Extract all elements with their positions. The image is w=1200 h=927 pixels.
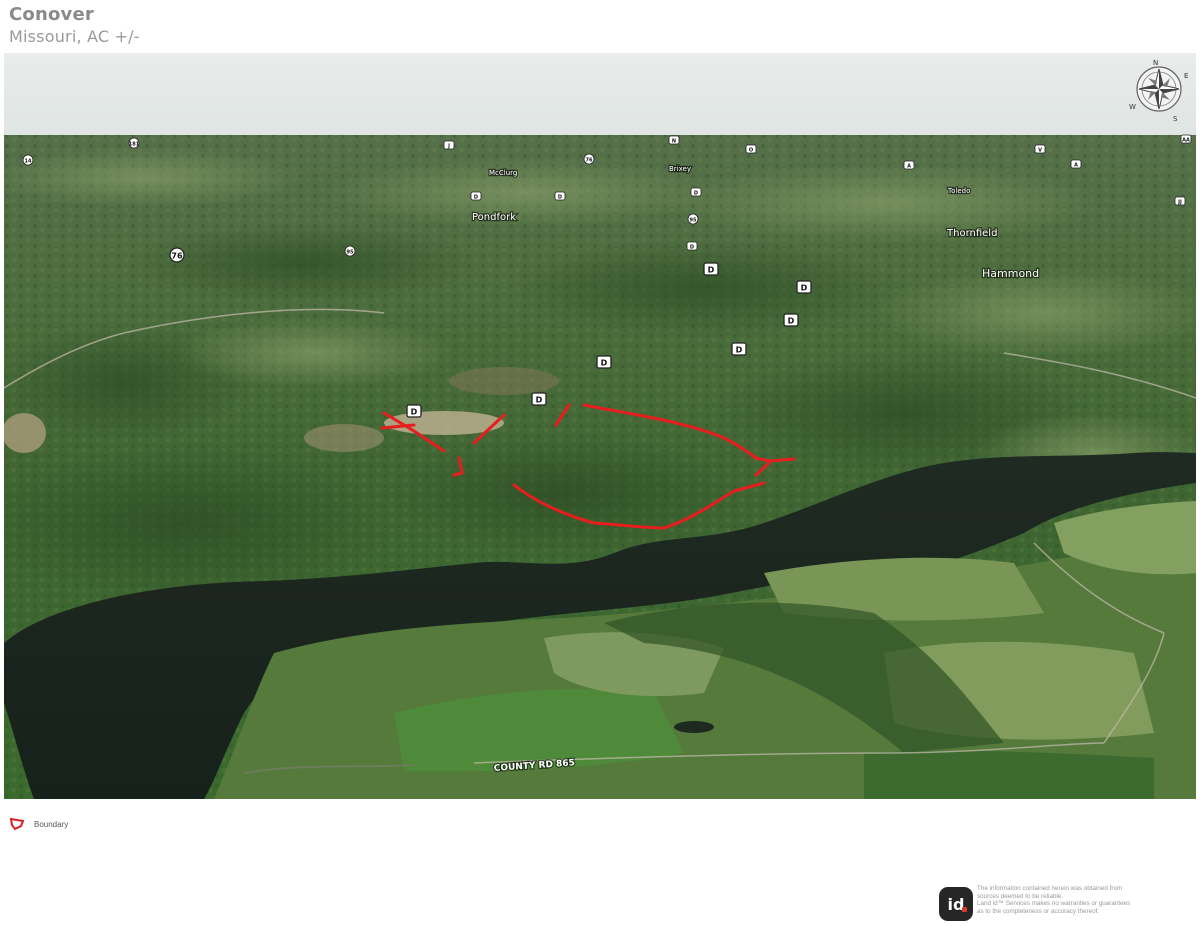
map-view[interactable]: N E S W Pondfork Thornfield Hammond Tole… xyxy=(4,53,1196,799)
route-marker: A xyxy=(903,160,915,170)
route-marker-label: D xyxy=(601,359,608,368)
route-marker-label: 76 xyxy=(586,158,593,164)
route-marker: D xyxy=(531,392,547,406)
route-marker: JJ xyxy=(1174,196,1186,206)
route-marker-label: D xyxy=(536,396,543,405)
route-marker-label: 14 xyxy=(25,159,32,165)
place-label: Brixey xyxy=(669,165,691,173)
route-marker: D xyxy=(596,355,612,369)
route-marker: D xyxy=(470,191,482,201)
route-marker-label: O xyxy=(749,148,753,154)
map-page: Conover Missouri, AC +/- N E S W Pondfor… xyxy=(0,0,1200,927)
route-marker-label: AA xyxy=(1182,138,1190,144)
compass-e: E xyxy=(1184,72,1188,80)
route-marker-label: 76 xyxy=(171,252,183,261)
route-marker-label: D xyxy=(690,245,694,251)
place-label: Thornfield xyxy=(946,228,997,239)
route-marker-label: V xyxy=(1038,148,1042,154)
route-marker: 95 xyxy=(687,213,699,225)
route-marker: 14 xyxy=(22,154,34,166)
route-marker: D xyxy=(703,262,719,276)
route-marker: D xyxy=(731,342,747,356)
footer: id The information contained herein was … xyxy=(939,885,1189,925)
route-marker-label: D xyxy=(411,408,418,417)
compass-w: W xyxy=(1129,103,1136,111)
route-marker: J xyxy=(443,140,455,150)
place-label: Pondfork xyxy=(472,212,516,223)
route-marker-label: D xyxy=(736,346,743,355)
route-marker-label: 181 xyxy=(129,142,140,148)
route-marker: 76 xyxy=(169,247,185,263)
route-marker: D xyxy=(690,187,702,197)
route-marker: N xyxy=(668,135,680,145)
route-marker-label: D xyxy=(558,195,562,201)
route-marker: 95 xyxy=(344,245,356,257)
page-title: Conover xyxy=(9,4,94,25)
page-subtitle: Missouri, AC +/- xyxy=(9,27,140,46)
route-marker-label: D xyxy=(788,317,795,326)
terrain-map[interactable]: N E S W Pondfork Thornfield Hammond Tole… xyxy=(4,53,1196,799)
route-marker: 181 xyxy=(128,137,140,149)
route-marker-label: A xyxy=(907,164,911,170)
route-marker-label: D xyxy=(801,284,808,293)
route-marker: V xyxy=(1034,144,1046,154)
route-marker: D xyxy=(783,313,799,327)
compass-s: S xyxy=(1173,115,1178,123)
route-marker: D xyxy=(406,404,422,418)
boundary-legend-icon xyxy=(9,817,25,831)
route-marker: O xyxy=(745,144,757,154)
route-marker-label: D xyxy=(474,195,478,201)
route-marker: D xyxy=(796,280,812,294)
route-marker: 76 xyxy=(583,153,595,165)
route-marker: AA xyxy=(1180,134,1192,144)
route-marker-label: 95 xyxy=(347,250,354,256)
route-marker: A xyxy=(1070,159,1082,169)
route-marker-label: 95 xyxy=(690,218,697,224)
sky xyxy=(4,53,1196,137)
legend: Boundary xyxy=(9,816,68,832)
landid-logo-icon: id xyxy=(939,887,973,921)
route-marker-label: J xyxy=(447,144,450,150)
route-marker: D xyxy=(686,241,698,251)
route-marker-label: JJ xyxy=(1177,200,1182,206)
route-marker-label: D xyxy=(694,191,698,197)
place-label: Toledo xyxy=(947,187,970,195)
place-label: McClurg xyxy=(489,169,517,177)
route-marker-label: A xyxy=(1074,163,1078,169)
compass-n: N xyxy=(1153,59,1158,67)
route-marker: D xyxy=(554,191,566,201)
place-label: Hammond xyxy=(982,267,1039,280)
route-marker-label: N xyxy=(672,139,676,145)
disclaimer: The information contained herein was obt… xyxy=(977,885,1131,915)
legend-label: Boundary xyxy=(34,819,69,829)
route-marker-label: D xyxy=(708,266,715,275)
